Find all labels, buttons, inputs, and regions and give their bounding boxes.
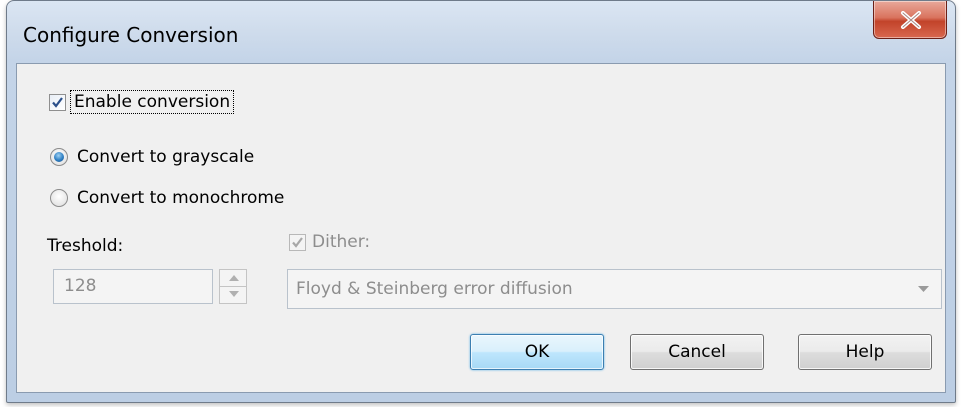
threshold-input[interactable]: 128 bbox=[53, 269, 213, 304]
close-button[interactable] bbox=[873, 1, 947, 39]
dialog-title: Configure Conversion bbox=[23, 23, 239, 47]
threshold-label-row: Treshold: bbox=[47, 236, 123, 256]
monochrome-label: Convert to monochrome bbox=[77, 188, 285, 208]
dither-method-value: Floyd & Steinberg error diffusion bbox=[296, 279, 573, 299]
help-button[interactable]: Help bbox=[798, 334, 932, 370]
enable-conversion-label: Enable conversion bbox=[69, 90, 235, 114]
close-icon bbox=[901, 11, 921, 29]
arrow-up-icon bbox=[229, 275, 239, 281]
arrow-down-icon bbox=[229, 290, 239, 297]
monochrome-radio-button[interactable] bbox=[50, 189, 68, 207]
threshold-label: Treshold: bbox=[47, 236, 124, 256]
dialog-content: Enable conversion Convert to grayscale C… bbox=[16, 63, 946, 393]
grayscale-label: Convert to grayscale bbox=[77, 147, 255, 167]
spin-up-button[interactable] bbox=[220, 270, 246, 287]
grayscale-radio-button[interactable] bbox=[50, 148, 68, 166]
ok-button[interactable]: OK bbox=[470, 334, 604, 370]
dialog-window: Configure Conversion Enable conversion C… bbox=[6, 0, 956, 403]
grayscale-radio[interactable]: Convert to grayscale bbox=[50, 147, 254, 167]
dither-check[interactable] bbox=[289, 233, 306, 251]
cancel-button[interactable]: Cancel bbox=[630, 334, 764, 370]
radio-selected-dot bbox=[54, 152, 64, 162]
checkmark-icon bbox=[292, 236, 303, 248]
monochrome-radio[interactable]: Convert to monochrome bbox=[50, 188, 284, 208]
spin-down-button[interactable] bbox=[220, 287, 246, 304]
enable-conversion-checkbox[interactable]: Enable conversion bbox=[49, 90, 235, 114]
dither-label: Dither: bbox=[312, 232, 371, 252]
checkmark-icon bbox=[52, 96, 63, 108]
enable-conversion-check[interactable] bbox=[49, 93, 66, 111]
chevron-down-icon bbox=[918, 286, 929, 292]
dither-checkbox[interactable]: Dither: bbox=[289, 232, 370, 252]
title-bar[interactable]: Configure Conversion bbox=[7, 1, 955, 63]
dither-method-select[interactable]: Floyd & Steinberg error diffusion bbox=[287, 269, 942, 309]
threshold-spinner[interactable] bbox=[219, 269, 247, 304]
